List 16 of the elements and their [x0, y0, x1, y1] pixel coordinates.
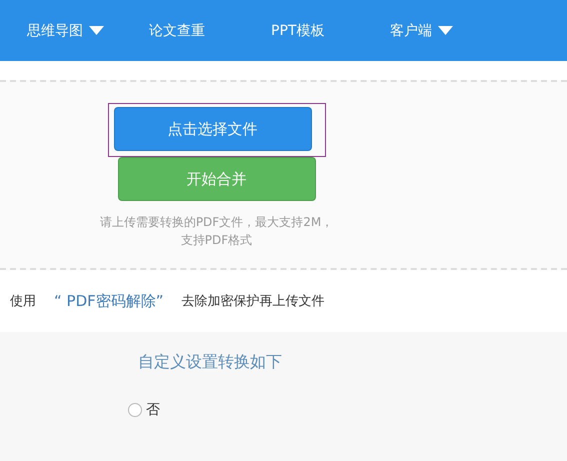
radio-button[interactable]	[128, 403, 142, 417]
upload-hint: 请上传需要转换的PDF文件，最大支持2M，	[100, 214, 334, 231]
notice-text: 使用	[10, 293, 36, 310]
radio-label: 否	[146, 401, 160, 419]
caret-icon	[438, 26, 453, 35]
upload-hint: 支持PDF格式	[180, 232, 254, 249]
nav-link[interactable]: PPT模板	[271, 22, 390, 40]
nav-link[interactable]: 客户端	[390, 22, 453, 40]
notice-text: 去除加密保护再上传文件	[182, 293, 325, 310]
settings-title: 自定义设置转换如下	[138, 352, 283, 373]
password-removal-link[interactable]: “ PDF密码解除”	[54, 292, 164, 310]
nav-link[interactable]: 论文查重	[149, 22, 271, 40]
nav-link[interactable]: 思维导图	[27, 22, 149, 40]
caret-icon	[89, 26, 104, 35]
merge-button[interactable]: 开始合并	[118, 157, 316, 201]
choose-file-button[interactable]: 点击选择文件	[114, 107, 312, 151]
